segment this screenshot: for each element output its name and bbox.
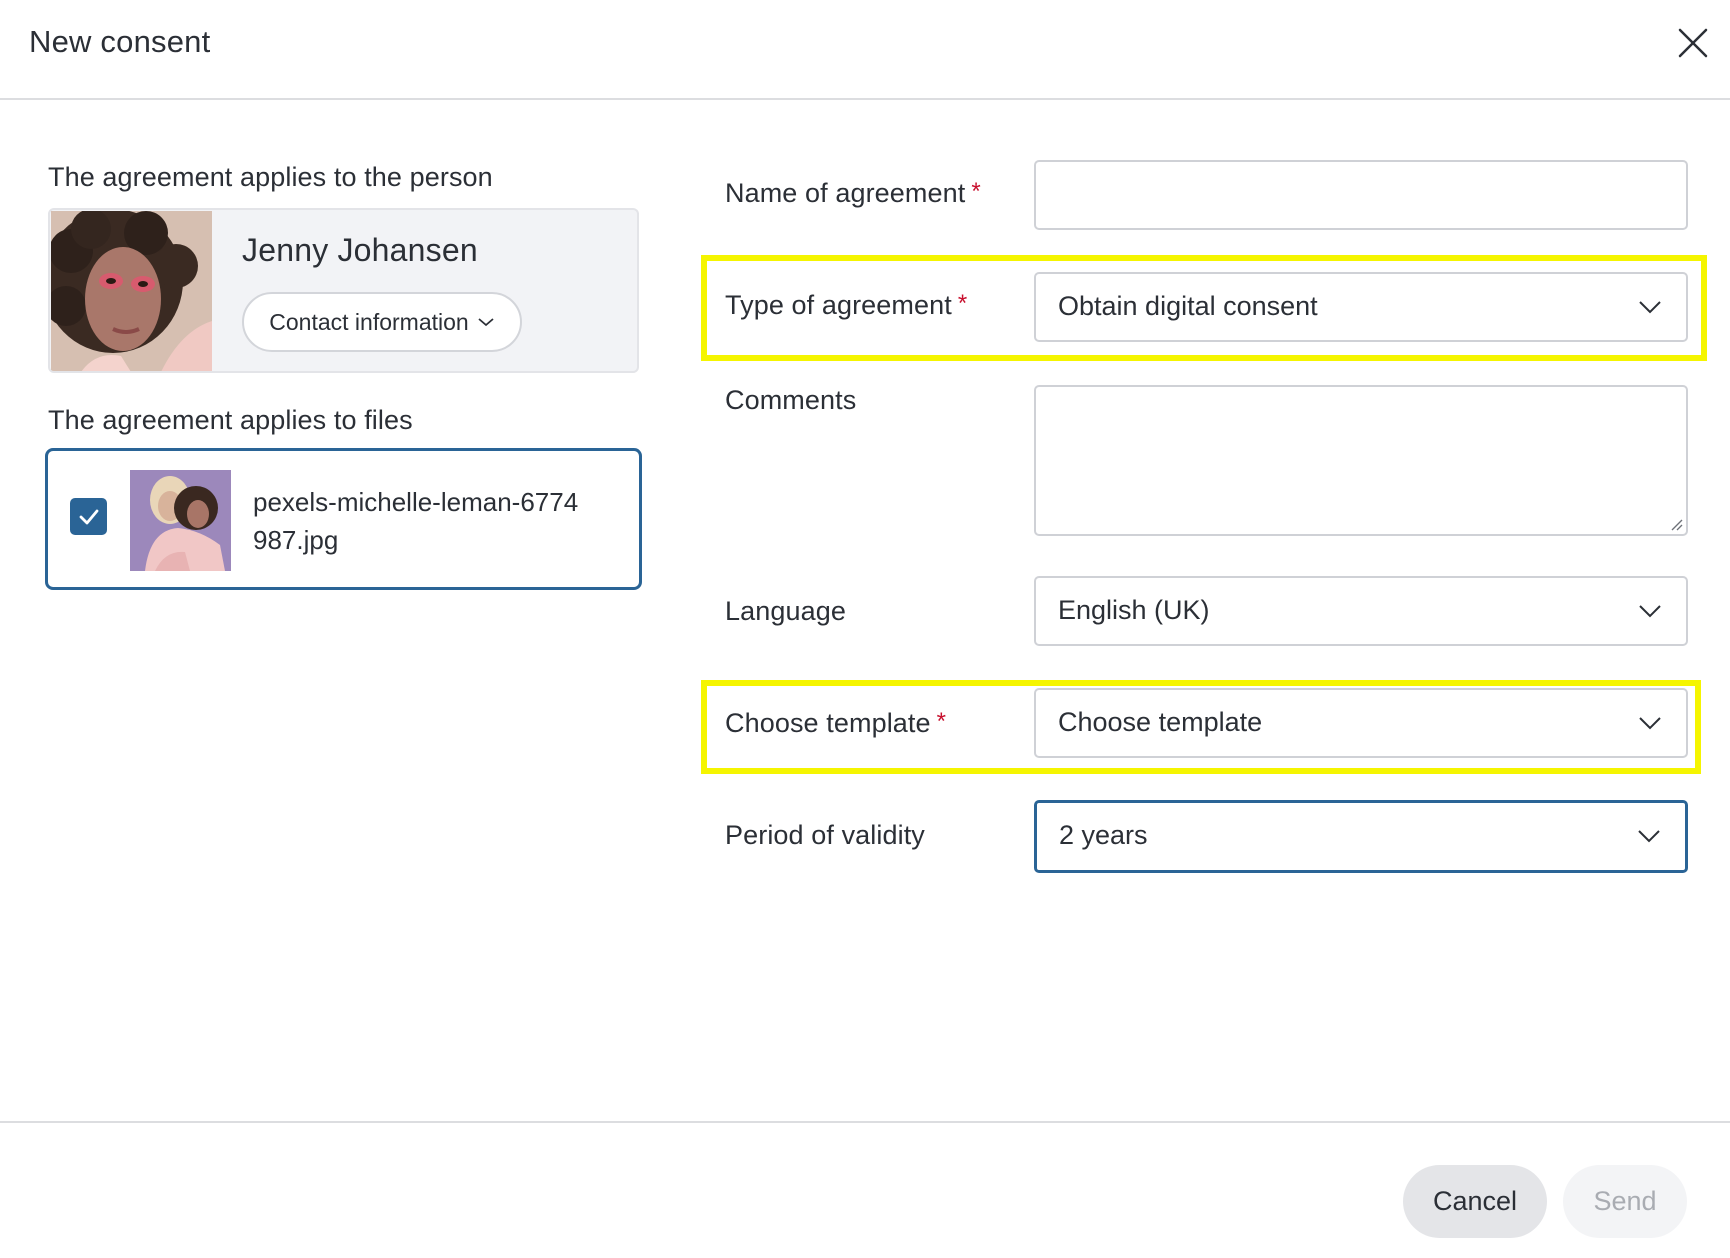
file-checkbox[interactable]	[70, 498, 107, 535]
person-card: Jenny Johansen Contact information	[48, 208, 639, 373]
checkmark-icon	[79, 509, 98, 524]
language-select[interactable]: English (UK)	[1034, 576, 1688, 646]
dialog-footer: Cancel Send	[0, 1121, 1730, 1258]
type-of-agreement-select[interactable]: Obtain digital consent	[1034, 272, 1688, 342]
person-section-label: The agreement applies to the person	[48, 162, 493, 192]
type-of-agreement-value: Obtain digital consent	[1058, 291, 1318, 321]
comments-label: Comments	[725, 385, 857, 415]
choose-template-select[interactable]: Choose template	[1034, 688, 1688, 758]
name-of-agreement-label-text: Name of agreement	[725, 178, 966, 208]
name-of-agreement-input[interactable]	[1034, 160, 1688, 230]
contact-information-label: Contact information	[269, 308, 469, 335]
close-button[interactable]	[1676, 26, 1710, 60]
required-marker: *	[971, 178, 981, 205]
choose-template-label-text: Choose template	[725, 708, 931, 738]
type-of-agreement-label: Type of agreement *	[725, 290, 967, 321]
file-card[interactable]: pexels-michelle-leman-6774987.jpg	[45, 448, 642, 590]
language-value: English (UK)	[1058, 595, 1210, 625]
comments-textarea[interactable]	[1034, 385, 1688, 536]
period-of-validity-select[interactable]: 2 years	[1034, 800, 1688, 873]
choose-template-value: Choose template	[1058, 707, 1263, 737]
file-preview-image	[130, 470, 231, 571]
person-photo	[51, 211, 212, 371]
choose-template-label: Choose template *	[725, 708, 946, 739]
dialog-title: New consent	[29, 24, 211, 59]
file-thumbnail	[130, 470, 231, 571]
contact-information-button[interactable]: Contact information	[242, 292, 522, 352]
chevron-down-icon	[1638, 715, 1662, 731]
cancel-button[interactable]: Cancel	[1403, 1165, 1547, 1238]
person-name: Jenny Johansen	[242, 232, 478, 268]
avatar	[51, 211, 212, 371]
required-marker: *	[957, 290, 968, 317]
close-icon	[1678, 28, 1708, 58]
type-of-agreement-label-text: Type of agreement	[725, 290, 952, 320]
name-of-agreement-label: Name of agreement *	[725, 178, 981, 209]
language-label: Language	[725, 596, 846, 626]
period-of-validity-value: 2 years	[1059, 820, 1148, 850]
chevron-down-icon	[1638, 603, 1662, 619]
files-section-label: The agreement applies to files	[48, 405, 413, 435]
chevron-down-icon	[477, 316, 495, 328]
file-name: pexels-michelle-leman-6774987.jpg	[253, 487, 579, 555]
required-marker: *	[936, 708, 947, 735]
send-button[interactable]: Send	[1563, 1165, 1687, 1238]
new-consent-dialog: New consent The agreement applies to the…	[0, 0, 1730, 1258]
dialog-header: New consent	[0, 0, 1730, 100]
chevron-down-icon	[1638, 299, 1662, 315]
period-of-validity-label: Period of validity	[725, 820, 925, 850]
resize-handle-icon[interactable]	[1669, 517, 1683, 531]
chevron-down-icon	[1637, 828, 1661, 844]
